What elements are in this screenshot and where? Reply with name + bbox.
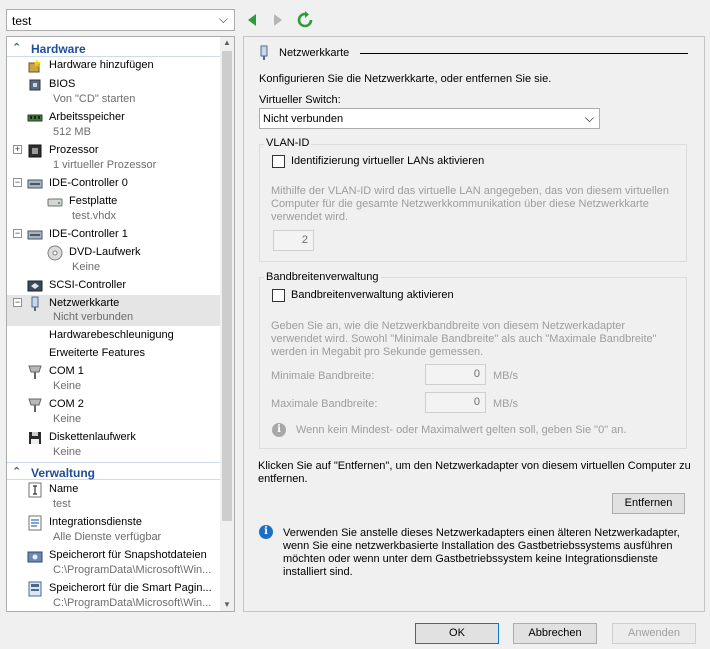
snapshot-folder-icon [27, 551, 43, 563]
virtual-switch-value: Nicht verbunden [263, 113, 344, 125]
vlan-enable-label: Identifizierung virtueller LANs aktivier… [291, 155, 485, 167]
scroll-down-icon[interactable]: ▼ [223, 600, 231, 609]
hardware-section-header[interactable]: ⌃ Hardware [7, 39, 221, 57]
legacy-adapter-info-line: Verwenden Sie anstelle dieses Netzwerkad… [283, 527, 680, 539]
info-icon: i [259, 525, 273, 539]
legacy-adapter-info-line: wenn Sie eine netzwerkbasierte Installat… [283, 540, 673, 552]
bandwidth-description-line: verwendet wird. Sowohl "Minimale Bandbre… [271, 333, 657, 345]
tree-item-com1[interactable]: COM 1 Keine [7, 364, 221, 396]
tree-scrollbar[interactable]: ▲ ▼ [220, 37, 234, 611]
info-icon: i [272, 423, 286, 437]
tree-item-network-adapter[interactable]: − Netzwerkkarte Nicht verbunden [7, 295, 221, 326]
remove-instruction-line: entfernen. [258, 473, 308, 485]
legacy-adapter-info-line: möchten oder wenn unter dem Gastbetriebs… [283, 553, 658, 565]
back-button[interactable] [244, 11, 262, 29]
settings-tree: ⌃ Hardware Hardware hinzufügen BIOS Von … [6, 36, 235, 612]
forward-button[interactable] [268, 11, 286, 29]
tree-item-advanced-features[interactable]: Erweiterte Features [7, 346, 221, 363]
tree-item-memory[interactable]: Arbeitsspeicher 512 MB [7, 110, 221, 142]
add-hardware-icon [28, 59, 41, 73]
vm-selector-value: test [12, 14, 32, 28]
network-adapter-icon [31, 296, 39, 311]
bandwidth-hint: Wenn kein Mindest- oder Maximalwert gelt… [296, 424, 627, 436]
min-bandwidth-unit: MB/s [493, 370, 519, 382]
scsi-controller-icon [27, 280, 43, 292]
panel-title: Netzwerkkarte [279, 47, 350, 59]
bios-chip-icon [29, 79, 41, 91]
min-bandwidth-input[interactable]: 0 [425, 364, 486, 385]
network-adapter-panel: Netzwerkkarte Konfigurieren Sie die Netz… [243, 36, 705, 612]
intro-text: Konfigurieren Sie die Netzwerkkarte, ode… [259, 73, 552, 85]
tree-item-dvd-drive[interactable]: DVD-Laufwerk Keine [7, 245, 221, 277]
tree-item-com2[interactable]: COM 2 Keine [7, 397, 221, 429]
tree-item-processor[interactable]: + Prozessor 1 virtueller Prozessor [7, 143, 221, 175]
bandwidth-description-line: werden in Megabit pro Sekunde gemessen. [271, 346, 484, 358]
max-bandwidth-input[interactable]: 0 [425, 392, 486, 413]
serial-port-icon [28, 365, 42, 379]
vlan-description-line: verwendet wird. [271, 211, 349, 223]
collapse-minus-icon[interactable]: − [13, 178, 22, 187]
apply-button[interactable]: Anwenden [612, 623, 696, 644]
vlan-id-input[interactable]: 2 [273, 230, 314, 251]
bandwidth-description-line: Geben Sie an, wie die Netzwerkbandbreite… [271, 320, 626, 332]
ide-controller-icon [27, 179, 43, 189]
bandwidth-enable-label: Bandbreitenverwaltung aktivieren [291, 289, 454, 301]
tree-item-floppy-drive[interactable]: Diskettenlaufwerk Keine [7, 430, 221, 462]
dvd-disc-icon [47, 245, 63, 261]
tree-item-hardware-acceleration[interactable]: Hardwarebeschleunigung [7, 328, 221, 345]
hard-drive-icon [47, 198, 63, 207]
vm-selector[interactable]: test ⌵ [6, 9, 235, 31]
tree-item-hard-drive[interactable]: Festplatte test.vhdx [7, 194, 221, 226]
processor-icon [28, 144, 42, 158]
remove-button[interactable]: Entfernen [612, 493, 685, 514]
name-text-icon [28, 482, 42, 498]
cancel-button[interactable]: Abbrechen [513, 623, 597, 644]
memory-icon [27, 114, 43, 122]
collapse-minus-icon[interactable]: − [13, 229, 22, 238]
collapse-up-icon: ⌃ [12, 466, 22, 478]
chevron-down-icon: ⌵ [218, 12, 228, 26]
vlan-description-line: Computer für die gesamte Netzwerkkommuni… [271, 198, 649, 210]
tree-item-bios[interactable]: BIOS Von "CD" starten [7, 77, 221, 109]
vlan-description-line: Mithilfe der VLAN-ID wird das virtuelle … [271, 185, 670, 197]
management-section-header[interactable]: ⌃ Verwaltung [7, 462, 221, 480]
tree-item-name[interactable]: Name test [7, 482, 221, 514]
tree-item-ide-controller-0[interactable]: − IDE-Controller 0 [7, 176, 221, 193]
remove-instruction-line: Klicken Sie auf "Entfernen", um den Netz… [258, 460, 691, 472]
floppy-disk-icon [29, 432, 41, 444]
virtual-switch-dropdown[interactable]: Nicht verbunden ⌵ [259, 108, 600, 129]
title-divider [360, 53, 688, 54]
refresh-button[interactable] [296, 11, 314, 29]
tree-item-ide-controller-1[interactable]: − IDE-Controller 1 [7, 227, 221, 244]
scroll-up-icon[interactable]: ▲ [223, 38, 231, 47]
collapse-minus-icon[interactable]: − [13, 298, 22, 307]
vlan-enable-checkbox[interactable] [272, 155, 285, 168]
collapse-up-icon: ⌃ [12, 42, 22, 54]
tree-item-add-hardware[interactable]: Hardware hinzufügen [7, 58, 221, 75]
min-bandwidth-label: Minimale Bandbreite: [271, 370, 375, 382]
serial-port-icon [28, 398, 42, 412]
tree-item-integration-services[interactable]: Integrationsdienste Alle Dienste verfügb… [7, 515, 221, 547]
integration-services-icon [28, 515, 42, 531]
tree-item-smart-paging-location[interactable]: Speicherort für die Smart Pagin... C:\Pr… [7, 581, 221, 611]
max-bandwidth-label: Maximale Bandbreite: [271, 398, 378, 410]
chevron-down-icon: ⌵ [584, 111, 594, 125]
virtual-switch-label: Virtueller Switch: [259, 94, 341, 106]
scrollbar-thumb[interactable] [222, 51, 232, 521]
bandwidth-enable-checkbox[interactable] [272, 289, 285, 302]
legacy-adapter-info-line: installiert sind. [283, 566, 353, 578]
bandwidth-group-label: Bandbreitenverwaltung [264, 271, 381, 283]
tree-item-snapshot-location[interactable]: Speicherort für Snapshotdateien C:\Progr… [7, 548, 221, 580]
ide-controller-icon [27, 230, 43, 240]
vlan-group-label: VLAN-ID [264, 137, 312, 149]
network-adapter-icon [260, 45, 268, 60]
expand-plus-icon[interactable]: + [13, 145, 22, 154]
tree-item-scsi-controller[interactable]: SCSI-Controller [7, 278, 221, 295]
ok-button[interactable]: OK [415, 623, 499, 644]
max-bandwidth-unit: MB/s [493, 398, 519, 410]
smart-paging-icon [28, 581, 42, 597]
